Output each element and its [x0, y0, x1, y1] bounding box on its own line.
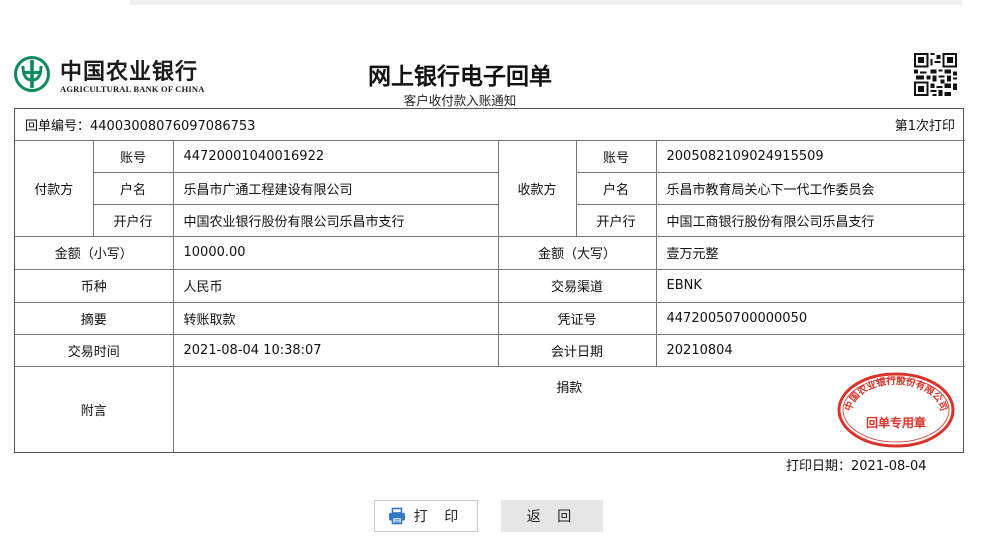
abc-logo-icon [14, 56, 50, 92]
svg-text:回单专用章: 回单专用章 [866, 415, 926, 430]
payee-account: 2005082109024915509 [655, 139, 966, 173]
bank-seal-stamp: 中国农业银行股份有限公司 回单专用章 [837, 372, 955, 447]
summary: 转账取款 [172, 301, 499, 335]
amount-big: 壹万元整 [655, 235, 966, 270]
payee-account-label: 账号 [575, 139, 657, 173]
back-button[interactable]: 返 回 [501, 500, 603, 532]
print-count: 第1次打印 [894, 118, 956, 134]
printer-icon [388, 507, 405, 525]
bank-name-en: AGRICULTURAL BANK OF CHINA [60, 84, 205, 94]
amount-small: 10000.00 [172, 235, 499, 270]
payer-bank-label: 开户行 [92, 203, 174, 237]
payee-bank-label: 开户行 [575, 203, 657, 237]
summary-label: 摘要 [15, 301, 174, 335]
payee-name-label: 户名 [575, 171, 657, 205]
page-title: 网上银行电子回单 [368, 64, 552, 90]
payer-bank: 中国农业银行股份有限公司乐昌市支行 [172, 203, 499, 237]
payer-label: 付款方 [15, 139, 94, 237]
print-date: 打印日期：2021-08-04 [786, 459, 927, 474]
payee-label: 收款方 [497, 139, 577, 237]
top-strip [0, 0, 984, 8]
amount-big-label: 金额（大写） [497, 235, 657, 270]
amount-small-label: 金额（小写） [15, 235, 174, 270]
top-scroll-bar [130, 0, 962, 5]
svg-text:中国农业银行股份有限公司: 中国农业银行股份有限公司 [842, 374, 949, 412]
payee-name: 乐昌市教育局关心下一代工作委员会 [655, 171, 966, 205]
receipt-table: 回单编号：44003008076097086753 第1次打印 付款方 账号 4… [14, 108, 966, 453]
payer-account-label: 账号 [92, 139, 174, 173]
currency: 人民币 [172, 268, 499, 303]
currency-label: 币种 [15, 268, 174, 303]
accounting-date-label: 会计日期 [497, 333, 657, 367]
receipt-header-row: 回单编号：44003008076097086753 第1次打印 [15, 109, 966, 141]
back-button-label: 返 回 [526, 509, 578, 525]
print-button-label: 打 印 [413, 509, 465, 525]
payer-account: 44720001040016922 [172, 139, 499, 173]
voucher: 44720050700000050 [655, 301, 966, 335]
receipt-number: 回单编号：44003008076097086753 [25, 118, 256, 134]
payer-name: 乐昌市广通工程建设有限公司 [172, 171, 499, 205]
print-button[interactable]: 打 印 [374, 500, 478, 532]
trade-time-label: 交易时间 [15, 333, 174, 367]
memo-cell: 捐款 中国农业银行股份有限公司 回单专用章 [172, 365, 966, 452]
qr-code-icon [914, 53, 957, 96]
memo-label: 附言 [15, 365, 174, 452]
accounting-date: 20210804 [655, 333, 966, 367]
trade-time: 2021-08-04 10:38:07 [172, 333, 499, 367]
channel-label: 交易渠道 [497, 268, 657, 303]
payer-name-label: 户名 [92, 171, 174, 205]
voucher-label: 凭证号 [497, 301, 657, 335]
bank-logo: 中国农业银行 AGRICULTURAL BANK OF CHINA [14, 54, 214, 96]
page-subtitle: 客户收付款入账通知 [403, 93, 517, 108]
bank-name-cn: 中国农业银行 [60, 59, 199, 85]
channel: EBNK [655, 268, 966, 303]
payee-bank: 中国工商银行股份有限公司乐昌支行 [655, 203, 966, 237]
